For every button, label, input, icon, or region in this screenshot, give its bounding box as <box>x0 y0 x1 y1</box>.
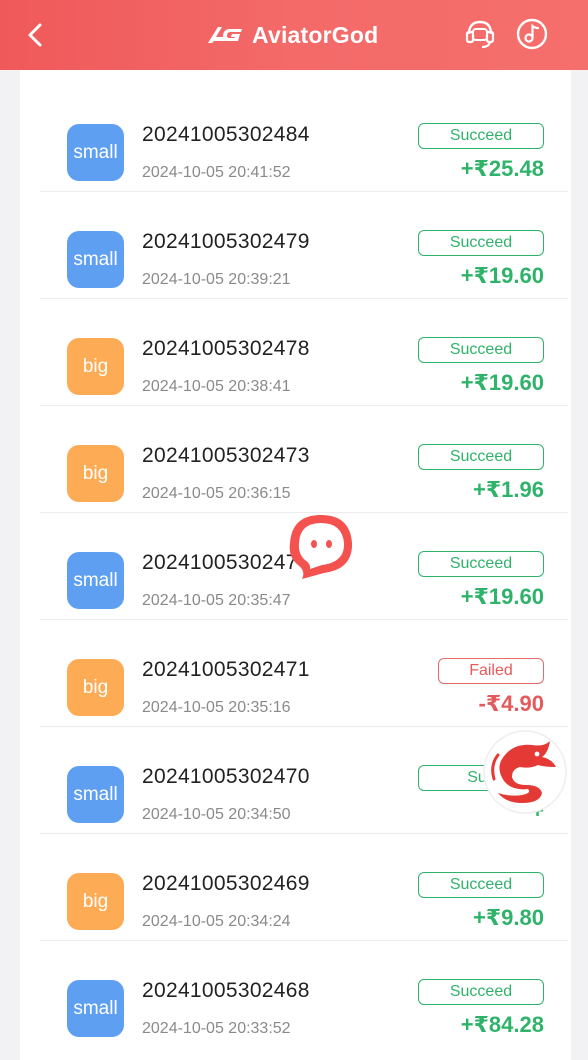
amount: +₹19.60 <box>460 584 544 609</box>
order-time: 2024-10-05 20:36:15 <box>142 485 291 502</box>
amount: -₹4.90 <box>478 691 544 716</box>
back-arrow-icon <box>28 23 42 47</box>
order-time: 2024-10-05 20:33:52 <box>142 1020 291 1037</box>
order-number: 2024100530247 <box>142 551 298 574</box>
list-item[interactable]: big 20241005302478 2024-10-05 20:38:41 S… <box>40 299 568 406</box>
order-time: 2024-10-05 20:35:47 <box>142 592 291 609</box>
bet-type-badge: big <box>67 445 124 502</box>
list-item[interactable]: big 20241005302473 2024-10-05 20:36:15 S… <box>40 406 568 513</box>
order-time: 2024-10-05 20:39:21 <box>142 271 291 288</box>
list-item[interactable]: small 20241005302479 2024-10-05 20:39:21… <box>40 192 568 299</box>
bet-type-badge: big <box>67 338 124 395</box>
top-bar: AviatorGod <box>0 0 588 70</box>
order-time: 2024-10-05 20:35:16 <box>142 699 291 716</box>
bet-type-badge: small <box>67 766 124 823</box>
brand-name: AviatorGod <box>252 21 379 48</box>
status-badge: Succeed <box>418 123 544 149</box>
bet-type-badge: big <box>67 873 124 930</box>
amount: +₹19.60 <box>460 263 544 288</box>
amount: +₹25.48 <box>460 156 544 181</box>
amount: +₹1.96 <box>473 477 544 502</box>
bet-type-badge: small <box>67 124 124 181</box>
order-number: 20241005302473 <box>142 444 310 467</box>
order-number: 20241005302479 <box>142 230 310 253</box>
order-time: 2024-10-05 20:41:52 <box>142 164 291 181</box>
chat-bubble-icon[interactable] <box>284 511 358 581</box>
status-badge: Succeed <box>418 337 544 363</box>
dragon-icon[interactable] <box>482 729 568 815</box>
brand: AviatorGod <box>206 18 378 52</box>
brand-logo-icon <box>208 27 242 43</box>
music-note-icon[interactable] <box>514 16 550 52</box>
amount: +₹19.60 <box>460 370 544 395</box>
back-button[interactable] <box>18 18 52 52</box>
status-badge: Succeed <box>418 551 544 577</box>
order-number: 20241005302471 <box>142 658 310 681</box>
status-badge: Failed <box>438 658 544 684</box>
order-time: 2024-10-05 20:34:50 <box>142 806 291 823</box>
order-time: 2024-10-05 20:34:24 <box>142 913 291 930</box>
order-number: 20241005302484 <box>142 123 310 146</box>
order-number: 20241005302478 <box>142 337 310 360</box>
amount: +₹9.80 <box>473 905 544 930</box>
bet-type-badge: small <box>67 231 124 288</box>
list-item[interactable]: small 20241005302484 2024-10-05 20:41:52… <box>40 85 568 192</box>
bet-type-badge: big <box>67 659 124 716</box>
order-time: 2024-10-05 20:38:41 <box>142 378 291 395</box>
list-item[interactable]: big 20241005302471 2024-10-05 20:35:16 F… <box>40 620 568 727</box>
status-badge: Succeed <box>418 872 544 898</box>
list-item[interactable]: small 20241005302468 2024-10-05 20:33:52… <box>40 941 568 1047</box>
status-badge: Succeed <box>418 230 544 256</box>
list-item[interactable]: big 20241005302469 2024-10-05 20:34:24 S… <box>40 834 568 941</box>
support-headset-icon[interactable] <box>462 16 498 52</box>
bet-type-badge: small <box>67 980 124 1037</box>
order-number: 20241005302469 <box>142 872 310 895</box>
order-number: 20241005302470 <box>142 765 310 788</box>
status-badge: Succeed <box>418 444 544 470</box>
bet-type-badge: small <box>67 552 124 609</box>
order-number: 20241005302468 <box>142 979 310 1002</box>
status-badge: Succeed <box>418 979 544 1005</box>
amount: +₹84.28 <box>460 1012 544 1037</box>
